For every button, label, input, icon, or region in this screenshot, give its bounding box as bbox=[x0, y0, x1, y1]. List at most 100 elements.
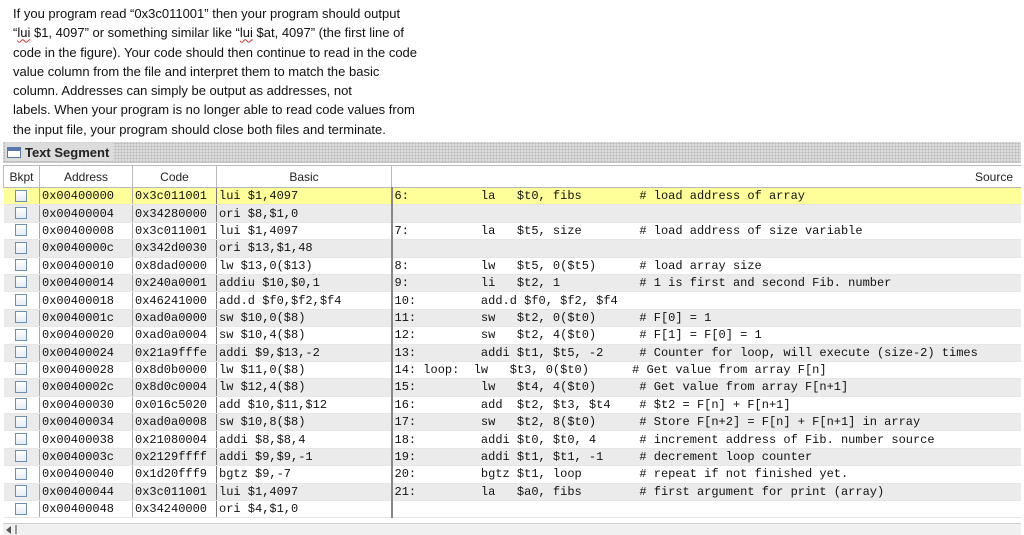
breakpoint-checkbox[interactable] bbox=[15, 206, 28, 219]
breakpoint-checkbox[interactable] bbox=[15, 241, 28, 254]
table-row[interactable]: 0x00400034 0xad0a0008 sw $10,8($8) 17: sw $… bbox=[3, 413, 1021, 432]
text-segment-table: Bkpt Address Code Basic Source 0x0040000… bbox=[3, 165, 1021, 519]
basic-cell: addiu $10,$0,1 bbox=[216, 274, 393, 293]
instructions-line-2: “lui $1, 4097” or something similar like… bbox=[13, 25, 404, 41]
address-cell: 0x00400008 bbox=[39, 222, 133, 241]
source-cell: 9: li $t2, 1 # 1 is first and second Fib… bbox=[391, 274, 1021, 293]
breakpoint-checkbox[interactable] bbox=[15, 467, 28, 480]
code-cell: 0x46241000 bbox=[132, 291, 217, 310]
basic-cell: bgtz $9,-7 bbox=[216, 465, 393, 484]
breakpoint-checkbox[interactable] bbox=[15, 502, 28, 515]
scroll-left-arrow-icon[interactable] bbox=[6, 526, 11, 534]
column-header-bkpt[interactable]: Bkpt bbox=[3, 165, 40, 188]
instructions-line-7: the input file, your program should clos… bbox=[13, 121, 386, 137]
bkpt-cell bbox=[3, 396, 40, 415]
code-cell: 0x2129ffff bbox=[132, 448, 217, 467]
instructions-line-4: value column from the file and interpret… bbox=[13, 63, 380, 79]
basic-cell: lui $1,4097 bbox=[216, 483, 393, 502]
source-cell: 7: la $t5, size # load address of size v… bbox=[391, 222, 1021, 241]
source-cell: 17: sw $t2, 8($t0) # Store F[n+2] = F[n]… bbox=[391, 413, 1021, 432]
source-cell: 16: add $t2, $t3, $t4 # $t2 = F[n] + F[n… bbox=[391, 396, 1021, 415]
table-row[interactable]: 0x0040003c 0x2129ffff addi $9,$9,-1 19: add… bbox=[3, 448, 1021, 467]
table-row[interactable]: 0x00400048 0x34240000 ori $4,$1,0 bbox=[3, 500, 1021, 519]
table-row[interactable]: 0x00400030 0x016c5020 add $10,$11,$12 16: a… bbox=[3, 396, 1021, 415]
basic-cell: lw $11,0($8) bbox=[216, 361, 393, 380]
code-cell: 0x8d0b0000 bbox=[132, 361, 217, 380]
table-row[interactable]: 0x00400010 0x8dad0000 lw $13,0($13) 8: lw $… bbox=[3, 257, 1021, 275]
instructions-text: If you program read “0x3c011001” then yo… bbox=[13, 4, 483, 139]
breakpoint-checkbox[interactable] bbox=[15, 380, 28, 393]
scrollbar-thumb[interactable] bbox=[15, 525, 17, 534]
instructions-line-5: column. Addresses can simply be output a… bbox=[13, 83, 352, 99]
bkpt-cell bbox=[3, 257, 40, 275]
table-row[interactable]: 0x00400044 0x3c011001 lui $1,4097 21: la $a… bbox=[3, 483, 1021, 502]
table-row[interactable]: 0x00400038 0x21080004 addi $8,$8,4 18: addi… bbox=[3, 430, 1021, 449]
table-row[interactable]: 0x00400024 0x21a9fffe addi $9,$13,-2 13: ad… bbox=[3, 344, 1021, 362]
breakpoint-checkbox[interactable] bbox=[15, 276, 28, 289]
breakpoint-checkbox[interactable] bbox=[15, 363, 28, 376]
code-cell: 0x8d0c0004 bbox=[132, 378, 217, 397]
column-header-address[interactable]: Address bbox=[39, 165, 133, 188]
breakpoint-checkbox[interactable] bbox=[15, 398, 28, 411]
address-cell: 0x00400014 bbox=[39, 274, 133, 293]
breakpoint-checkbox[interactable] bbox=[15, 450, 28, 463]
table-row[interactable]: 0x00400040 0x1d20fff9 bgtz $9,-7 20: bgtz $… bbox=[3, 465, 1021, 484]
breakpoint-checkbox[interactable] bbox=[15, 293, 28, 306]
bkpt-cell bbox=[3, 378, 40, 397]
code-cell: 0x3c011001 bbox=[132, 222, 217, 241]
instructions-line-3: code in the figure). Your code should th… bbox=[13, 44, 418, 60]
basic-cell: lw $12,4($8) bbox=[216, 378, 393, 397]
bkpt-cell bbox=[3, 291, 40, 310]
table-row[interactable]: 0x00400000 0x3c011001 lui $1,4097 6: la $t0… bbox=[3, 187, 1021, 206]
spell-flag-lui: lui bbox=[17, 25, 31, 41]
breakpoint-checkbox[interactable] bbox=[15, 189, 28, 202]
code-cell: 0x342d0030 bbox=[132, 239, 217, 258]
panel-titlebar[interactable]: Text Segment bbox=[3, 142, 1021, 163]
table-row[interactable]: 0x0040000c 0x342d0030 ori $13,$1,48 bbox=[3, 239, 1021, 258]
bkpt-cell bbox=[3, 274, 40, 293]
table-row[interactable]: 0x00400018 0x46241000 add.d $f0,$f2,$f4 10:… bbox=[3, 291, 1021, 310]
table-row[interactable]: 0x00400014 0x240a0001 addiu $10,$0,1 9: li … bbox=[3, 274, 1021, 293]
table-row[interactable]: 0x0040002c 0x8d0c0004 lw $12,4($8) 15: lw $… bbox=[3, 378, 1021, 397]
breakpoint-checkbox[interactable] bbox=[15, 346, 28, 359]
breakpoint-checkbox[interactable] bbox=[15, 415, 28, 428]
address-cell: 0x00400040 bbox=[39, 465, 133, 484]
column-header-code[interactable]: Code bbox=[132, 165, 217, 188]
source-cell: 18: addi $t0, $t0, 4 # increment address… bbox=[391, 430, 1021, 449]
breakpoint-checkbox[interactable] bbox=[15, 224, 28, 237]
code-cell: 0x21080004 bbox=[132, 430, 217, 449]
breakpoint-checkbox[interactable] bbox=[15, 259, 28, 272]
table-row[interactable]: 0x00400028 0x8d0b0000 lw $11,0($8) 14: loop… bbox=[3, 361, 1021, 380]
spell-flag-lui-2: lui bbox=[239, 25, 253, 41]
source-cell bbox=[391, 500, 1021, 519]
breakpoint-checkbox[interactable] bbox=[15, 311, 28, 324]
code-cell: 0x8dad0000 bbox=[132, 257, 217, 275]
basic-cell: lui $1,4097 bbox=[216, 187, 393, 206]
source-cell bbox=[391, 239, 1021, 258]
breakpoint-checkbox[interactable] bbox=[15, 328, 28, 341]
bkpt-cell bbox=[3, 309, 40, 328]
table-row[interactable]: 0x0040001c 0xad0a0000 sw $10,0($8) 11: sw $… bbox=[3, 309, 1021, 328]
source-cell bbox=[391, 204, 1021, 223]
address-cell: 0x00400034 bbox=[39, 413, 133, 432]
horizontal-scrollbar[interactable] bbox=[3, 523, 1021, 535]
code-cell: 0x3c011001 bbox=[132, 483, 217, 502]
basic-cell: sw $10,0($8) bbox=[216, 309, 393, 328]
code-cell: 0x21a9fffe bbox=[132, 344, 217, 362]
table-row[interactable]: 0x00400020 0xad0a0004 sw $10,4($8) 12: sw $… bbox=[3, 326, 1021, 345]
breakpoint-checkbox[interactable] bbox=[15, 485, 28, 498]
address-cell: 0x00400004 bbox=[39, 204, 133, 223]
column-header-source[interactable]: Source bbox=[391, 165, 1021, 188]
breakpoint-checkbox[interactable] bbox=[15, 432, 28, 445]
table-row[interactable]: 0x00400008 0x3c011001 lui $1,4097 7: la $t5… bbox=[3, 222, 1021, 241]
basic-cell: sw $10,4($8) bbox=[216, 326, 393, 345]
table-row[interactable]: 0x00400004 0x34280000 ori $8,$1,0 bbox=[3, 204, 1021, 223]
bkpt-cell bbox=[3, 430, 40, 449]
table-header-row: Bkpt Address Code Basic Source bbox=[3, 165, 1021, 188]
source-cell: 19: addi $t1, $t1, -1 # decrement loop c… bbox=[391, 448, 1021, 467]
code-cell: 0x016c5020 bbox=[132, 396, 217, 415]
source-cell: 11: sw $t2, 0($t0) # F[0] = 1 bbox=[391, 309, 1021, 328]
column-header-basic[interactable]: Basic bbox=[216, 165, 392, 188]
code-cell: 0x1d20fff9 bbox=[132, 465, 217, 484]
address-cell: 0x00400038 bbox=[39, 430, 133, 449]
